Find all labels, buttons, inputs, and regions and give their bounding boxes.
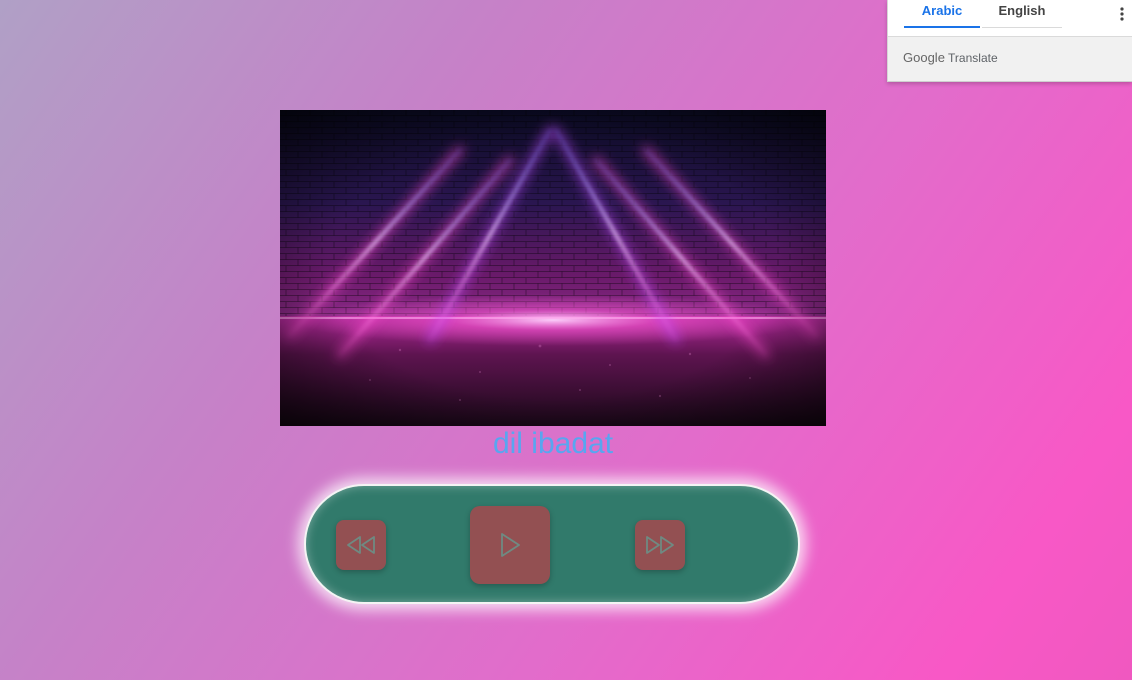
album-art xyxy=(280,110,826,426)
tab-arabic[interactable]: Arabic xyxy=(904,0,980,28)
next-button[interactable] xyxy=(635,520,685,570)
player-controls xyxy=(304,484,800,604)
fast-forward-icon xyxy=(646,536,674,554)
translate-popup: Arabic English Google Translate xyxy=(887,0,1132,82)
more-vert-icon xyxy=(1120,7,1124,21)
play-button[interactable] xyxy=(470,506,550,584)
previous-button[interactable] xyxy=(336,520,386,570)
more-options-button[interactable] xyxy=(1114,4,1130,24)
neon-stage-image xyxy=(280,110,826,426)
language-tabs: Arabic English xyxy=(888,0,1132,37)
song-title: dil ibadat xyxy=(492,427,614,460)
google-translate-brand: Google Translate xyxy=(903,50,998,66)
play-icon xyxy=(501,533,520,557)
google-wordmark: Google xyxy=(903,50,945,65)
rewind-icon xyxy=(347,536,375,554)
tab-english[interactable]: English xyxy=(982,0,1062,28)
translate-label: Translate xyxy=(948,51,998,65)
